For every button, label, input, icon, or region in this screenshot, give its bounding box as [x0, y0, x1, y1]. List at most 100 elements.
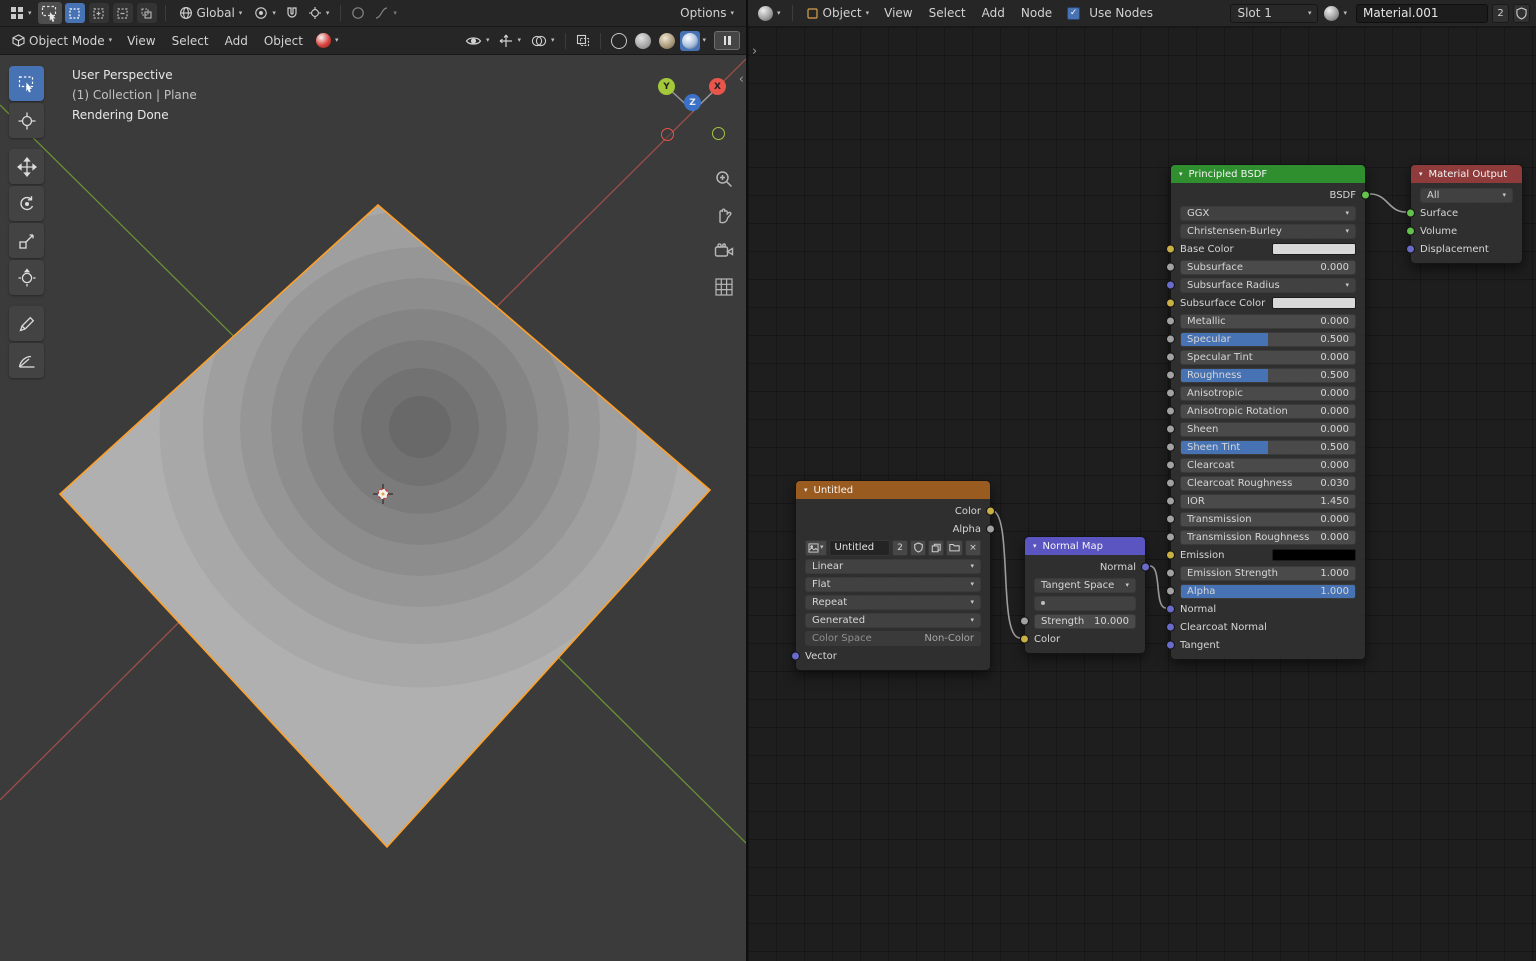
socket-input-strength[interactable]: [1020, 617, 1029, 626]
gizmo-axis-x-neg[interactable]: [661, 128, 674, 141]
tool-scale[interactable]: [9, 223, 44, 258]
color-swatch-emission[interactable]: [1272, 549, 1356, 561]
node-material-output[interactable]: ▾ Material Output All ▾ Surface: [1410, 164, 1523, 264]
zoom-button[interactable]: [712, 167, 736, 191]
shading-wireframe-button[interactable]: [608, 31, 630, 51]
snap-toggle-button[interactable]: [282, 4, 302, 22]
socket-input-emission-strength[interactable]: [1166, 569, 1175, 578]
node-normal-map[interactable]: ▾ Normal Map Normal Tangent Space ▾: [1024, 536, 1146, 654]
material-slot-dropdown[interactable]: Slot 1 ▾: [1230, 4, 1318, 23]
slider-ior[interactable]: IOR1.450: [1180, 494, 1356, 509]
slider-clearcoat[interactable]: Clearcoat0.000: [1180, 458, 1356, 473]
node-link-bsdf-to-output[interactable]: [1370, 194, 1406, 212]
socket-input-emission[interactable]: [1166, 551, 1175, 560]
menu-object[interactable]: Object: [257, 31, 310, 51]
socket-input-metallic[interactable]: [1166, 317, 1175, 326]
select-mode-subtract-button[interactable]: [113, 3, 133, 23]
tool-annotate[interactable]: [9, 306, 44, 341]
colorspace-dropdown[interactable]: Color Space Non-Color: [805, 631, 981, 646]
slider-transmission-roughness[interactable]: Transmission Roughness0.000: [1180, 530, 1356, 545]
socket-output-alpha[interactable]: [986, 525, 995, 534]
socket-input-base-color[interactable]: [1166, 245, 1175, 254]
node-header[interactable]: ▾ Principled BSDF: [1171, 165, 1365, 183]
target-dropdown[interactable]: All ▾: [1420, 188, 1513, 203]
viewport-3d[interactable]: User Perspective (1) Collection | Plane …: [0, 55, 746, 961]
browse-material-dropdown[interactable]: ▾: [1320, 3, 1351, 24]
options-dropdown[interactable]: Options ▾: [674, 3, 740, 23]
socket-input-normal[interactable]: [1166, 605, 1175, 614]
select-mode-new-button[interactable]: [65, 3, 85, 23]
slider-transmission[interactable]: Transmission0.000: [1180, 512, 1356, 527]
dropdown-subsurface-radius[interactable]: Subsurface Radius▾: [1180, 278, 1356, 293]
socket-input-transmission-roughness[interactable]: [1166, 533, 1175, 542]
tool-move[interactable]: [9, 149, 44, 184]
socket-input-clearcoat-normal[interactable]: [1166, 623, 1175, 632]
slider-sheen-tint[interactable]: Sheen Tint0.500: [1180, 440, 1356, 455]
tool-transform[interactable]: [9, 260, 44, 295]
socket-input-vector[interactable]: [791, 652, 800, 661]
node-link-image-to-normalmap[interactable]: [991, 510, 1020, 638]
plane-object[interactable]: [60, 205, 710, 847]
node-editor-canvas[interactable]: › ▾ Untitled Color Alpha: [748, 27, 1536, 961]
socket-input-volume[interactable]: [1406, 227, 1415, 236]
socket-output-normal[interactable]: [1141, 563, 1150, 572]
xray-toggle[interactable]: [573, 32, 593, 49]
shading-rendered-button[interactable]: [680, 31, 700, 51]
socket-input-tangent[interactable]: [1166, 641, 1175, 650]
collapse-triangle-icon[interactable]: ▾: [804, 486, 808, 494]
tool-measure[interactable]: [9, 343, 44, 378]
subsurface-method-dropdown[interactable]: Christensen-Burley ▾: [1180, 224, 1356, 239]
snap-target-dropdown[interactable]: ▾: [304, 3, 334, 23]
slider-subsurface[interactable]: Subsurface0.000: [1180, 260, 1356, 275]
gizmo-axis-y[interactable]: Y: [658, 78, 675, 95]
slider-roughness[interactable]: Roughness0.500: [1180, 368, 1356, 383]
menu-view[interactable]: View: [877, 3, 919, 23]
editor-type-dropdown[interactable]: ▾: [754, 3, 785, 24]
socket-input-surface[interactable]: [1406, 209, 1415, 218]
menu-select[interactable]: Select: [165, 31, 216, 51]
node-image-texture[interactable]: ▾ Untitled Color Alpha ▾: [795, 480, 991, 671]
overlays-dropdown[interactable]: ▾: [527, 32, 559, 50]
proportional-falloff-dropdown[interactable]: ▾: [370, 3, 401, 23]
node-header[interactable]: ▾ Untitled: [796, 481, 990, 499]
strength-slider[interactable]: Strength 10.000: [1034, 614, 1136, 629]
socket-input-clearcoat-roughness[interactable]: [1166, 479, 1175, 488]
tool-rotate[interactable]: [9, 186, 44, 221]
gizmos-dropdown[interactable]: ▾: [495, 31, 525, 51]
socket-input-anisotropic[interactable]: [1166, 389, 1175, 398]
socket-input-anisotropic-rotation[interactable]: [1166, 407, 1175, 416]
distribution-dropdown[interactable]: GGX ▾: [1180, 206, 1356, 221]
tool-select-box[interactable]: [9, 66, 44, 101]
extension-dropdown[interactable]: Repeat ▾: [805, 595, 981, 610]
image-unlink-button[interactable]: ×: [965, 540, 981, 556]
axis-gizmo[interactable]: Y X Z: [651, 69, 735, 153]
node-header[interactable]: ▾ Normal Map: [1025, 537, 1145, 555]
slider-alpha[interactable]: Alpha1.000: [1180, 584, 1356, 599]
select-mode-extend-button[interactable]: [89, 3, 109, 23]
color-swatch-base-color[interactable]: [1272, 243, 1356, 255]
slider-emission-strength[interactable]: Emission Strength1.000: [1180, 566, 1356, 581]
pivot-point-dropdown[interactable]: ▾: [250, 3, 280, 23]
socket-input-transmission[interactable]: [1166, 515, 1175, 524]
socket-output-bsdf[interactable]: [1361, 191, 1370, 200]
slider-metallic[interactable]: Metallic0.000: [1180, 314, 1356, 329]
slider-clearcoat-roughness[interactable]: Clearcoat Roughness0.030: [1180, 476, 1356, 491]
browse-image-dropdown[interactable]: ▾: [805, 540, 827, 556]
node-link-normalmap-to-bsdf[interactable]: [1150, 566, 1166, 608]
socket-input-specular[interactable]: [1166, 335, 1175, 344]
menu-view[interactable]: View: [120, 31, 162, 51]
gizmo-axis-x[interactable]: X: [709, 78, 726, 95]
socket-input-specular-tint[interactable]: [1166, 353, 1175, 362]
image-copy-button[interactable]: [928, 540, 944, 556]
material-users-button[interactable]: 2: [1492, 4, 1509, 23]
material-name-field[interactable]: Material.001: [1356, 4, 1488, 23]
slider-sheen[interactable]: Sheen0.000: [1180, 422, 1356, 437]
mode-dropdown[interactable]: Object Mode ▾: [6, 31, 118, 51]
transform-orientation-dropdown[interactable]: Global ▾: [173, 3, 249, 23]
socket-input-clearcoat[interactable]: [1166, 461, 1175, 470]
interpolation-dropdown[interactable]: Linear ▾: [805, 559, 981, 574]
node-principled-bsdf[interactable]: ▾ Principled BSDF BSDF GGX ▾: [1170, 164, 1366, 660]
shader-type-dropdown[interactable]: Object ▾: [800, 3, 876, 23]
space-dropdown[interactable]: Tangent Space ▾: [1034, 578, 1136, 593]
image-open-button[interactable]: [946, 540, 963, 556]
